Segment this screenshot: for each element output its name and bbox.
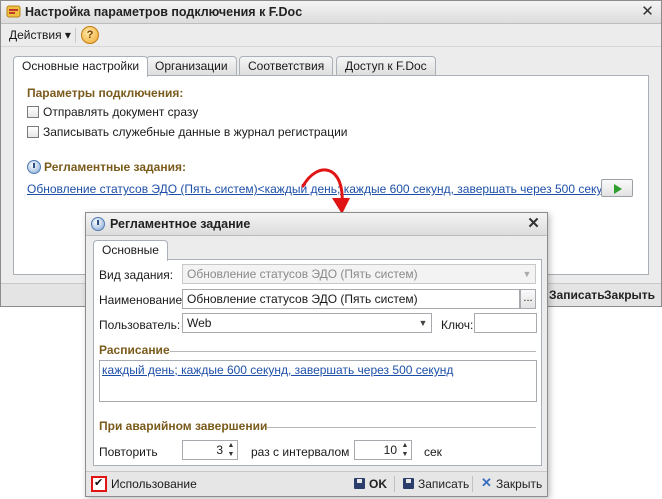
ok-save-icon [354,478,365,489]
dialog-save-button[interactable]: Записать [418,477,469,491]
scheduled-section-title: Регламентные задания: [44,160,186,174]
clock-icon [27,160,41,174]
main-menubar: Действия ▾ ? [1,24,661,47]
interval-unit-label: сек [424,445,442,459]
dialog-footer: Использование OK Записать ✕ Закрыть [86,471,547,496]
use-checkbox[interactable] [91,476,107,492]
main-close-icon[interactable]: ✕ [639,3,656,20]
user-label: Пользователь: [99,318,181,332]
send-immediately-label: Отправлять документ сразу [43,105,199,119]
tab-fdoc-access[interactable]: Доступ к F.Doc [336,56,436,75]
actions-menu[interactable]: Действия ▾ [9,28,71,42]
repeat-spin-icon[interactable]: ▲ ▼ [226,441,236,459]
key-field[interactable] [474,313,537,333]
close-icon: ✕ [481,475,492,490]
menu-separator [75,28,76,43]
name-label: Наименование: [99,293,186,307]
schedule-divider [170,351,536,352]
dialog-close-icon[interactable]: ✕ [525,215,542,232]
footer-separator [394,476,395,492]
ok-button[interactable]: OK [369,477,387,491]
interval-spin-icon[interactable]: ▲ ▼ [400,441,410,459]
ellipsis-icon[interactable]: ... [520,289,536,309]
task-type-label: Вид задания: [99,268,174,282]
tab-mappings[interactable]: Соответствия [239,56,334,75]
use-label: Использование [111,477,197,491]
task-type-dropdown-icon: ▼ [522,269,532,279]
connection-section-title: Параметры подключения: [27,86,184,100]
log-service-data-checkbox[interactable] [27,126,39,138]
app-icon [6,5,21,18]
schedule-section-title: Расписание [99,343,170,357]
send-immediately-checkbox[interactable] [27,106,39,118]
log-service-data-label: Записывать служебные данные в журнал рег… [43,125,348,139]
dialog-close-button[interactable]: Закрыть [496,477,542,491]
scheduled-task-dialog: Регламентное задание ✕ Основные Вид зада… [85,212,548,497]
schedule-link[interactable]: каждый день; каждые 600 секунд, завершат… [102,363,453,377]
interval-label: раз с интервалом [251,445,350,459]
failure-divider [267,427,536,428]
user-dropdown-icon[interactable]: ▼ [416,314,430,332]
run-icon[interactable] [601,179,633,197]
main-save-button[interactable]: Записать [549,288,605,302]
tab-basic[interactable]: Основные [93,240,168,261]
main-window-title: Настройка параметров подключения к F.Doc [25,5,303,19]
footer-separator-2 [472,476,473,492]
scheduled-task-link[interactable]: Обновление статусов ЭДО (Пять систем)<ка… [27,182,623,196]
dialog-tab-panel: Вид задания: Обновление статусов ЭДО (Пя… [93,259,542,466]
repeat-label: Повторить [99,445,158,459]
task-type-field: Обновление статусов ЭДО (Пять систем) [182,264,536,284]
key-label: Ключ: [441,318,474,332]
schedule-box: каждый день; каждые 600 секунд, завершат… [99,360,537,402]
save-icon [403,478,414,489]
name-field[interactable]: Обновление статусов ЭДО (Пять систем) [182,289,520,309]
main-close-button[interactable]: Закрыть [604,288,655,302]
tab-main-settings[interactable]: Основные настройки [13,56,149,77]
main-titlebar: Настройка параметров подключения к F.Doc… [1,1,661,24]
user-field[interactable]: Web [182,313,432,333]
help-icon[interactable]: ? [81,26,99,44]
dialog-clock-icon [91,217,105,231]
dialog-titlebar: Регламентное задание ✕ [86,213,547,236]
dialog-title: Регламентное задание [110,217,251,231]
failure-section-title: При аварийном завершении [99,419,268,433]
tab-organizations[interactable]: Организации [146,56,237,75]
